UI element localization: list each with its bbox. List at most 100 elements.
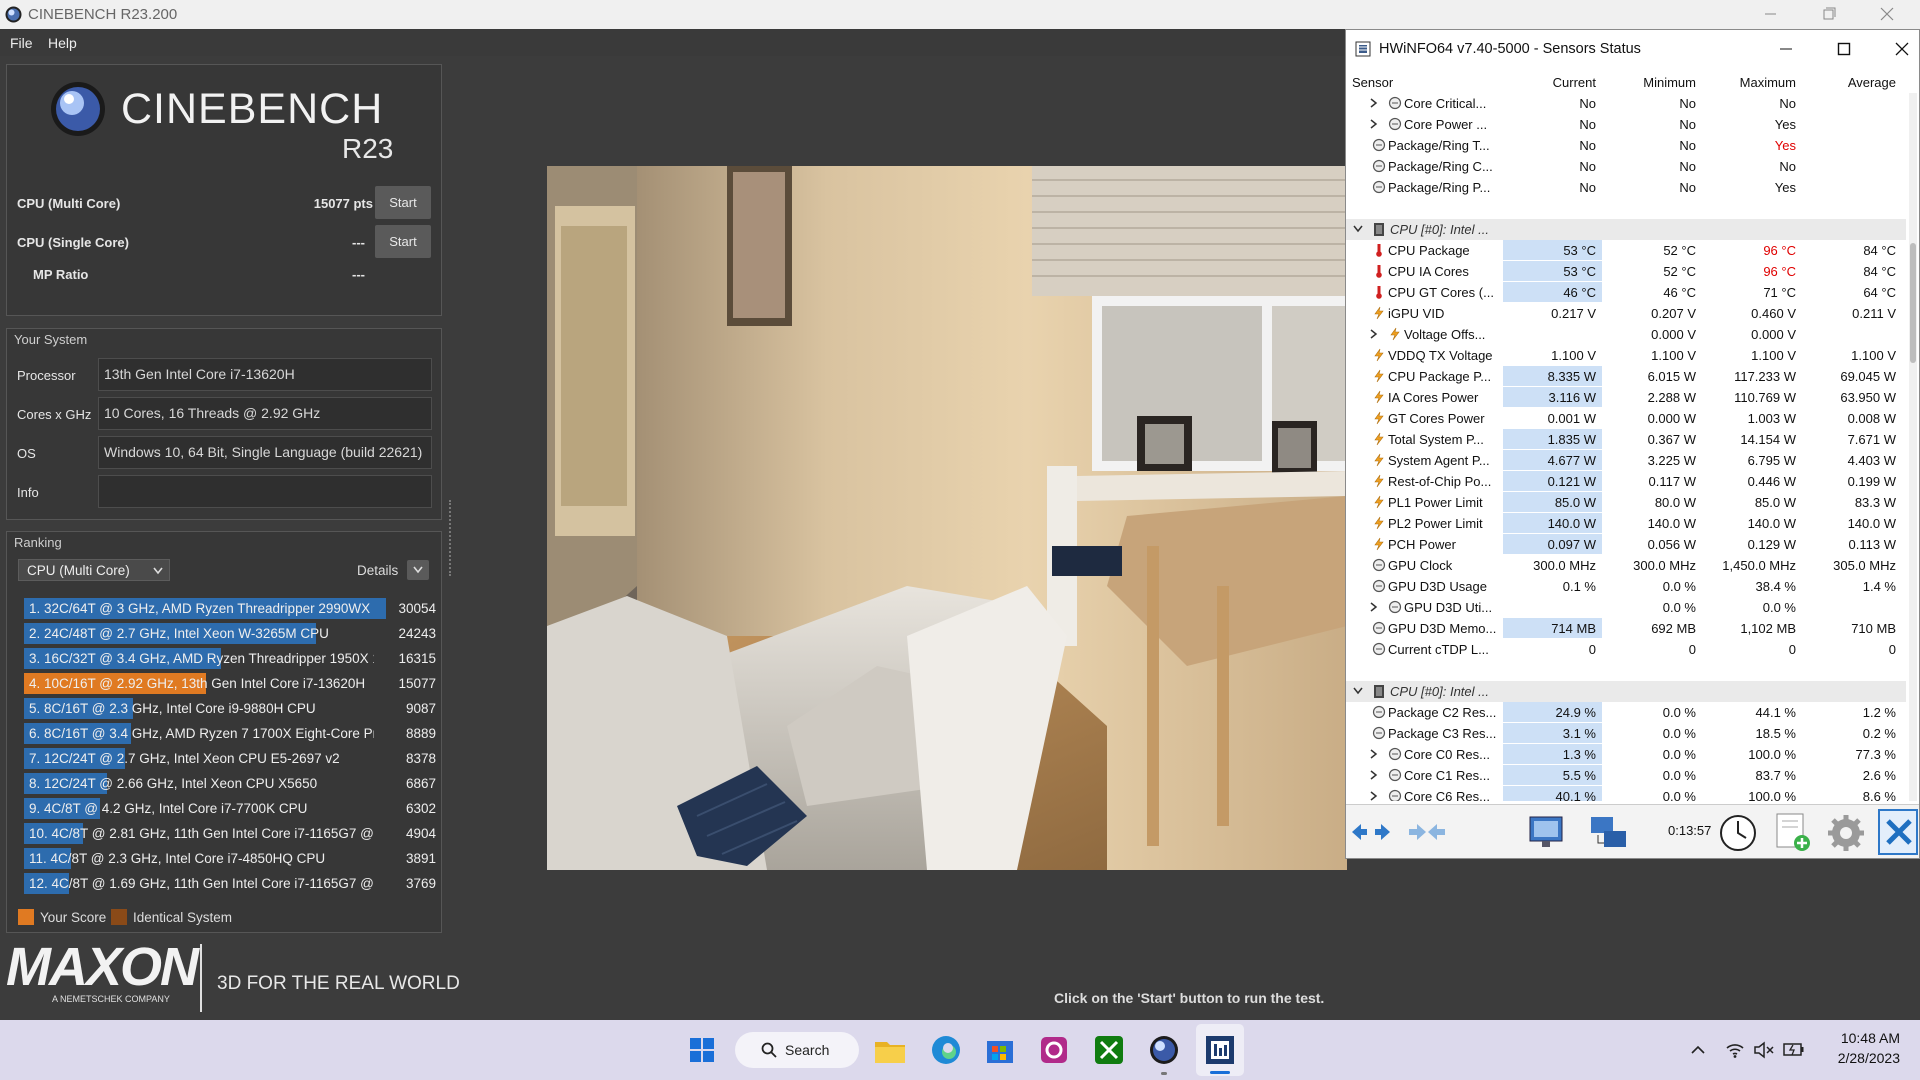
- minimize-button[interactable]: [1760, 4, 1782, 24]
- sensor-row[interactable]: Rest-of-Chip Po... 0.121 W 0.117 W 0.446 W 0…: [1346, 471, 1906, 492]
- sensor-row[interactable]: PCH Power 0.097 W 0.056 W 0.129 W 0.113 W: [1346, 534, 1906, 555]
- sensor-row[interactable]: GPU Clock 300.0 MHz 300.0 MHz 1,450.0 MHz 30…: [1346, 555, 1906, 576]
- collapse-chevron-icon[interactable]: [1353, 687, 1363, 695]
- chevron-up-icon[interactable]: [1690, 1042, 1706, 1058]
- sensor-group-row[interactable]: CPU [#0]: Intel ...: [1346, 219, 1906, 240]
- ranking-row[interactable]: 12. 4C/8T @ 1.69 GHz, 11th Gen Intel Cor…: [24, 873, 436, 894]
- ranking-row[interactable]: 2. 24C/48T @ 2.7 GHz, Intel Xeon W-3265M…: [24, 623, 436, 644]
- wifi-icon[interactable]: [1725, 1040, 1745, 1060]
- hwinfo-taskbar-active[interactable]: [1196, 1024, 1244, 1076]
- hw-minimize-icon[interactable]: [1778, 41, 1794, 57]
- add-report-icon[interactable]: [1772, 811, 1812, 853]
- sensor-gauge-icon: [1372, 180, 1386, 194]
- info-field[interactable]: [98, 475, 432, 508]
- ranking-row[interactable]: 4. 10C/16T @ 2.92 GHz, 13th Gen Intel Co…: [24, 673, 436, 694]
- single-core-start-button[interactable]: Start: [375, 225, 431, 258]
- media-app-icon[interactable]: [1034, 1030, 1074, 1070]
- sensor-value: No: [1679, 159, 1696, 174]
- col-sensor[interactable]: Sensor: [1352, 75, 1393, 90]
- expand-chevron-icon[interactable]: [1370, 791, 1378, 801]
- expand-chevron-icon[interactable]: [1370, 602, 1378, 612]
- panel-splitter[interactable]: [449, 500, 453, 576]
- expand-arrows-icon[interactable]: [1350, 817, 1392, 847]
- close-sensors-button[interactable]: [1878, 809, 1918, 855]
- ranking-row[interactable]: 1. 32C/64T @ 3 GHz, AMD Ryzen Threadripp…: [24, 598, 436, 619]
- sensor-row[interactable]: Current cTDP L... 0 0 0 0: [1346, 639, 1906, 660]
- sensor-row[interactable]: Core C6 Res... 40.1 % 0.0 % 100.0 % 8.6 %: [1346, 786, 1906, 801]
- file-explorer-icon[interactable]: [870, 1030, 910, 1070]
- expand-chevron-icon[interactable]: [1370, 770, 1378, 780]
- sensor-row[interactable]: VDDQ TX Voltage 1.100 V 1.100 V 1.100 V 1.10…: [1346, 345, 1906, 366]
- ranking-row[interactable]: 11. 4C/8T @ 2.3 GHz, Intel Core i7-4850H…: [24, 848, 436, 869]
- clock-icon[interactable]: [1718, 813, 1758, 853]
- clock-date[interactable]: 2/28/2023: [1828, 1050, 1900, 1066]
- ranking-row[interactable]: 7. 12C/24T @ 2.7 GHz, Intel Xeon CPU E5-…: [24, 748, 436, 769]
- battery-icon[interactable]: [1783, 1042, 1805, 1058]
- ranking-dropdown[interactable]: CPU (Multi Core): [18, 559, 170, 581]
- sensor-row[interactable]: Core Critical... No No No: [1346, 93, 1906, 114]
- collapse-chevron-icon[interactable]: [1353, 225, 1363, 233]
- ranking-row[interactable]: 5. 8C/16T @ 2.3 GHz, Intel Core i9-9880H…: [24, 698, 436, 719]
- monitor-icon[interactable]: [1526, 813, 1568, 853]
- sensor-row[interactable]: CPU Package 53 °C 52 °C 96 °C 84 °C: [1346, 240, 1906, 261]
- cinebench-taskbar-icon[interactable]: [1144, 1030, 1184, 1070]
- sensor-row[interactable]: Core C1 Res... 5.5 % 0.0 % 83.7 % 2.6 %: [1346, 765, 1906, 786]
- col-maximum[interactable]: Maximum: [1702, 75, 1796, 90]
- menu-help[interactable]: Help: [48, 35, 77, 51]
- multi-core-start-button[interactable]: Start: [375, 186, 431, 219]
- sensor-row[interactable]: Package/Ring P... No No Yes: [1346, 177, 1906, 198]
- sensor-row[interactable]: Core C0 Res... 1.3 % 0.0 % 100.0 % 77.3 %: [1346, 744, 1906, 765]
- sensor-row[interactable]: CPU IA Cores 53 °C 52 °C 96 °C 84 °C: [1346, 261, 1906, 282]
- hw-maximize-icon[interactable]: [1836, 41, 1852, 57]
- collapse-arrows-icon[interactable]: [1406, 817, 1448, 847]
- volume-muted-icon[interactable]: [1753, 1040, 1775, 1060]
- sensor-row[interactable]: IA Cores Power 3.116 W 2.288 W 110.769 W 63.…: [1346, 387, 1906, 408]
- sensor-row[interactable]: CPU Package P... 8.335 W 6.015 W 117.233 W 6…: [1346, 366, 1906, 387]
- sensor-row[interactable]: CPU GT Cores (... 46 °C 46 °C 71 °C 64 °C: [1346, 282, 1906, 303]
- sensor-row[interactable]: PL1 Power Limit 85.0 W 80.0 W 85.0 W 83.3 W: [1346, 492, 1906, 513]
- ranking-row[interactable]: 8. 12C/24T @ 2.66 GHz, Intel Xeon CPU X5…: [24, 773, 436, 794]
- clock-time[interactable]: 10:48 AM: [1828, 1030, 1900, 1046]
- sensor-row[interactable]: GPU D3D Uti... 0.0 % 0.0 %: [1346, 597, 1906, 618]
- sensor-row[interactable]: Package C2 Res... 24.9 % 0.0 % 44.1 % 1.2 %: [1346, 702, 1906, 723]
- ranking-row[interactable]: 6. 8C/16T @ 3.4 GHz, AMD Ryzen 7 1700X E…: [24, 723, 436, 744]
- xbox-icon[interactable]: [1089, 1030, 1129, 1070]
- sensor-row[interactable]: Total System P... 1.835 W 0.367 W 14.154 W 7…: [1346, 429, 1906, 450]
- col-minimum[interactable]: Minimum: [1602, 75, 1696, 90]
- store-icon[interactable]: [980, 1030, 1020, 1070]
- expand-chevron-icon[interactable]: [1370, 98, 1378, 108]
- edge-icon[interactable]: [926, 1030, 966, 1070]
- sensor-row[interactable]: Package C3 Res... 3.1 % 0.0 % 18.5 % 0.2 %: [1346, 723, 1906, 744]
- score-panel: CINEBENCH R23 CPU (Multi Core) 15077 pts…: [6, 64, 442, 316]
- ranking-row[interactable]: 10. 4C/8T @ 2.81 GHz, 11th Gen Intel Cor…: [24, 823, 436, 844]
- sensor-row[interactable]: GPU D3D Memo... 714 MB 692 MB 1,102 MB 710 M…: [1346, 618, 1906, 639]
- col-current[interactable]: Current: [1503, 75, 1596, 90]
- sensor-row[interactable]: GPU D3D Usage 0.1 % 0.0 % 38.4 % 1.4 %: [1346, 576, 1906, 597]
- sensor-group-row[interactable]: CPU [#0]: Intel ...: [1346, 681, 1906, 702]
- ranking-row[interactable]: 3. 16C/32T @ 3.4 GHz, AMD Ryzen Threadri…: [24, 648, 436, 669]
- sensor-row[interactable]: Voltage Offs... 0.000 V 0.000 V: [1346, 324, 1906, 345]
- col-average[interactable]: Average: [1802, 75, 1896, 90]
- sensor-row[interactable]: System Agent P... 4.677 W 3.225 W 6.795 W 4.…: [1346, 450, 1906, 471]
- settings-icon[interactable]: [1826, 813, 1866, 853]
- menu-file[interactable]: File: [10, 35, 33, 51]
- sensor-row[interactable]: PL2 Power Limit 140.0 W 140.0 W 140.0 W 140.…: [1346, 513, 1906, 534]
- close-button[interactable]: [1876, 4, 1898, 24]
- windows-start-icon[interactable]: [682, 1030, 722, 1070]
- hw-scrollbar[interactable]: [1909, 93, 1917, 801]
- restore-button[interactable]: [1818, 4, 1840, 24]
- sensor-row[interactable]: iGPU VID 0.217 V 0.207 V 0.460 V 0.211 V: [1346, 303, 1906, 324]
- details-toggle[interactable]: [407, 560, 429, 580]
- network-icon[interactable]: [1588, 813, 1630, 853]
- sensor-row[interactable]: Package/Ring T... No No Yes: [1346, 135, 1906, 156]
- expand-chevron-icon[interactable]: [1370, 329, 1378, 339]
- expand-chevron-icon[interactable]: [1370, 749, 1378, 759]
- sensor-row[interactable]: Package/Ring C... No No No: [1346, 156, 1906, 177]
- sensor-row[interactable]: Core Power ... No No Yes: [1346, 114, 1906, 135]
- sensor-row[interactable]: GT Cores Power 0.001 W 0.000 W 1.003 W 0.008…: [1346, 408, 1906, 429]
- taskbar-search[interactable]: Search: [735, 1032, 859, 1068]
- hw-close-icon[interactable]: [1894, 41, 1910, 57]
- expand-chevron-icon[interactable]: [1370, 119, 1378, 129]
- hw-scroll-thumb[interactable]: [1910, 243, 1916, 363]
- ranking-row[interactable]: 9. 4C/8T @ 4.2 GHz, Intel Core i7-7700K …: [24, 798, 436, 819]
